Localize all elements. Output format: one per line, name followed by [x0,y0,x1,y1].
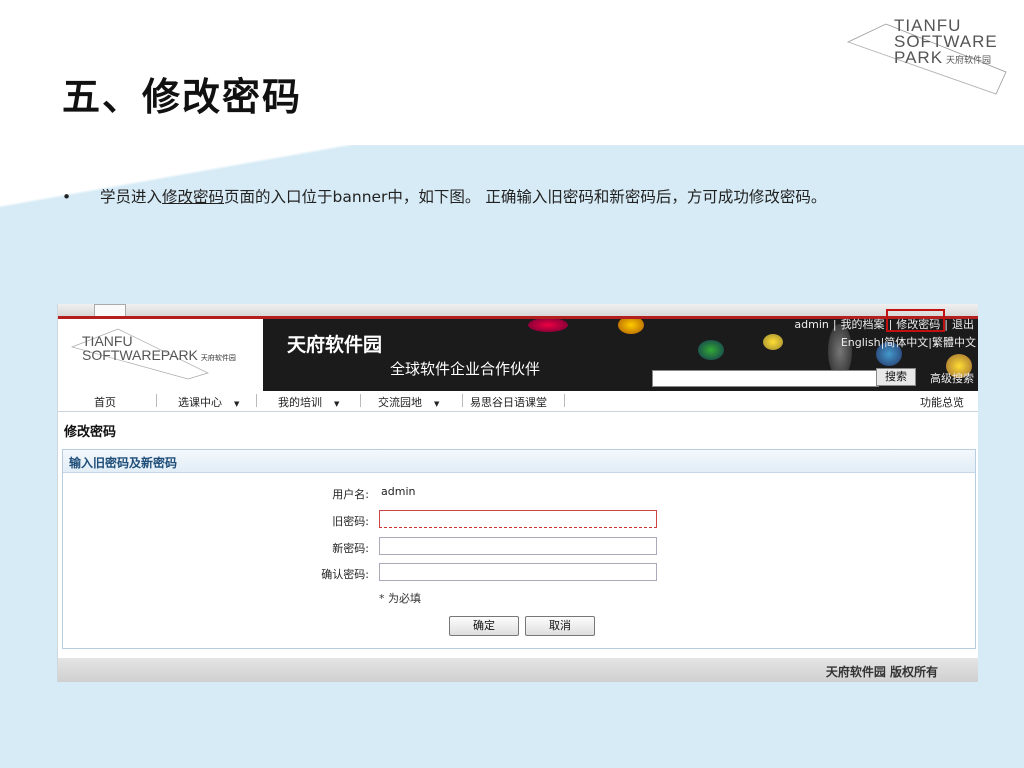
bullet-text-before: 学员进入 [100,188,163,206]
banner-decoration-3 [698,340,724,360]
old-password-field[interactable] [379,510,657,528]
slide-title: 五、修改密码 [62,74,303,119]
username-label: 用户名: [332,488,369,501]
lang-traditional-chinese[interactable]: 繁體中文 [932,336,976,349]
nav-training[interactable]: 我的培训 ▼ [278,394,339,410]
chevron-down-icon: ▼ [434,400,440,408]
banner-title: 天府软件园 [287,334,383,356]
page-heading: 修改密码 [64,425,117,440]
confirm-button[interactable]: 确定 [449,616,519,636]
search-input[interactable] [652,370,879,387]
banner-decoration-1 [528,318,568,332]
nav-divider [156,394,157,407]
main-nav: 首页 选课中心 ▼ 我的培训 ▼ 交流园地 ▼ 易思谷日语课堂 功能总览 [58,391,978,412]
chevron-down-icon: ▼ [334,400,340,408]
browser-tab[interactable] [94,304,126,316]
nav-community-label: 交流园地 [378,396,422,409]
top-link-profile[interactable]: 我的档案 [841,318,885,331]
language-links: English|简体中文|繁體中文 [841,334,976,350]
site-footer: 天府软件园 版权所有 [58,658,978,682]
site-logo-cn: 天府软件园 [200,355,236,362]
top-link-admin[interactable]: admin [794,318,828,331]
nav-divider [256,394,257,407]
nav-overview[interactable]: 功能总览 [920,394,964,410]
form-panel-header: 输入旧密码及新密码 [63,450,975,473]
change-password-form: 输入旧密码及新密码 用户名: admin 旧密码: 新密码: 确认密码: * 为… [62,449,976,649]
site-logo[interactable]: TIANFU SOFTWAREPARK 天府软件园 [58,319,263,391]
old-password-label: 旧密码: [332,515,369,528]
search-button[interactable]: 搜索 [876,368,916,386]
new-password-label: 新密码: [332,542,369,555]
logo-cn: 天府软件园 [946,55,992,65]
chevron-down-icon: ▼ [234,400,240,408]
logo-line3: PARK [894,48,944,67]
top-link-separator: | [832,318,837,331]
bullet-text-after: 页面的入口位于banner中，如下图。 正确输入旧密码和新密码后，方可成功修改密… [224,188,827,206]
nav-home[interactable]: 首页 [94,394,116,410]
tianfu-logo: TIANFU SOFTWARE PARK 天府软件园 [846,12,1016,102]
change-password-link[interactable]: 修改密码 [162,188,224,206]
bullet-dot: • [62,188,72,206]
bullet-text: 学员进入修改密码页面的入口位于banner中，如下图。 正确输入旧密码和新密码后… [100,186,980,208]
banner-decoration-4 [763,334,783,350]
nav-divider [462,394,463,407]
confirm-password-label: 确认密码: [321,568,369,581]
nav-divider [360,394,361,407]
change-password-highlight [886,309,945,332]
required-note: * 为必填 [379,592,421,605]
advanced-search-link[interactable]: 高级搜索 [930,370,974,386]
website-screenshot: TIANFU SOFTWAREPARK 天府软件园 天府软件园 全球软件企业合作伙… [57,304,978,682]
site-logo-line2: SOFTWAREPARK [82,347,198,363]
new-password-field[interactable] [379,537,657,555]
nav-courses[interactable]: 选课中心 ▼ [178,394,239,410]
nav-courses-label: 选课中心 [178,396,222,409]
nav-training-label: 我的培训 [278,396,322,409]
nav-japanese[interactable]: 易思谷日语课堂 [470,394,547,410]
nav-community[interactable]: 交流园地 ▼ [378,394,439,410]
cancel-button[interactable]: 取消 [525,616,595,636]
nav-divider [564,394,565,407]
top-link-logout[interactable]: 退出 [952,318,974,331]
username-value: admin [381,485,416,498]
lang-simplified-chinese[interactable]: 简体中文 [884,336,928,349]
top-links: admin | 我的档案 | 修改密码 | 退出 [792,316,976,332]
confirm-password-field[interactable] [379,563,657,581]
browser-chrome [58,304,978,316]
lang-english[interactable]: English [841,336,881,349]
banner-slogan: 全球软件企业合作伙伴 [390,360,541,378]
footer-copyright: 天府软件园 版权所有 [825,665,938,679]
form-panel-title: 输入旧密码及新密码 [69,456,178,470]
